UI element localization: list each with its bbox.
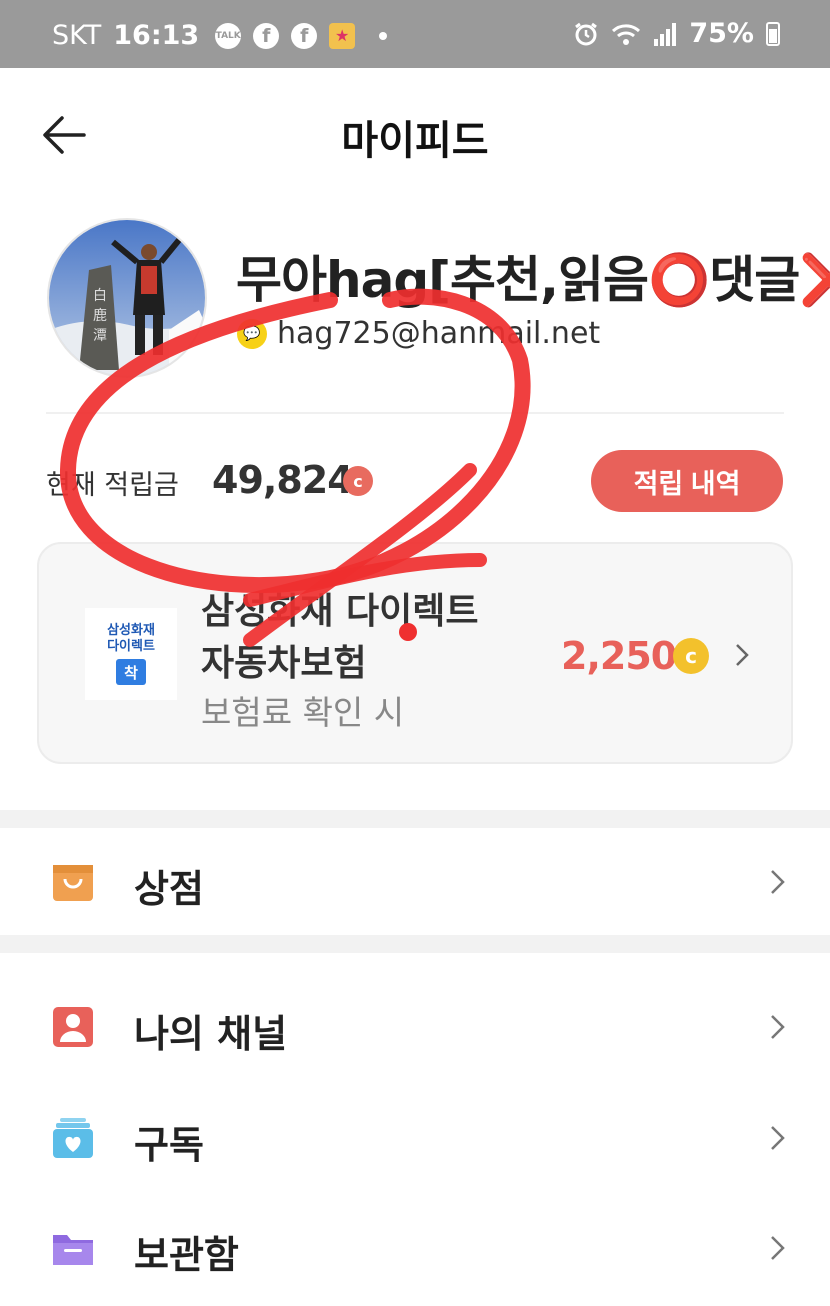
- ad-logo-badge: 착: [116, 659, 146, 685]
- chevron-right-icon: [771, 1126, 785, 1150]
- battery-icon: [766, 21, 780, 46]
- heart-stack-icon: [53, 1118, 93, 1158]
- menu-item-my-channel[interactable]: 나의 채널: [0, 977, 830, 1077]
- header: 마이피드: [0, 68, 830, 198]
- status-bar: SKT 16:13 TALK f f ★ 75%: [0, 0, 830, 68]
- svg-text:潭: 潭: [93, 327, 107, 344]
- wifi-icon: [612, 23, 641, 45]
- menu-item-shop[interactable]: 상점: [0, 832, 830, 932]
- menu-item-archive[interactable]: 보관함: [0, 1198, 830, 1298]
- clock: 16:13: [113, 20, 200, 51]
- chevron-right-icon: [771, 1236, 785, 1260]
- points-value: 49,824: [212, 458, 354, 502]
- chevron-right-icon: [736, 644, 749, 666]
- ad-title-line1: 삼성화재 다이렉트: [201, 591, 479, 632]
- points-history-button[interactable]: 적립 내역: [591, 450, 783, 512]
- coin-icon: c: [343, 466, 373, 496]
- kakaotalk-notification-icon: TALK: [215, 22, 242, 49]
- facebook-notification-icon-2: f: [291, 22, 318, 49]
- ad-logo-line1: 삼성화재: [107, 623, 155, 638]
- points-label: 현재 적립금: [46, 470, 179, 501]
- battery-percent: 75%: [689, 18, 754, 49]
- alarm-icon: [575, 22, 598, 45]
- ad-title-line2: 자동차보험: [201, 643, 367, 684]
- menu-label-archive: 보관함: [134, 1233, 239, 1277]
- carrier-label: SKT: [52, 20, 102, 51]
- svg-text:白: 白: [93, 288, 107, 304]
- more-notifications-dot: [379, 31, 388, 40]
- menu-item-subscribe[interactable]: 구독: [0, 1088, 830, 1188]
- ad-card[interactable]: 삼성화재 다이렉트 착 삼성화재 다이렉트 자동차보험 보험료 확인 시 2,2…: [37, 542, 793, 764]
- avatar-photo: 白 鹿 潭: [49, 220, 205, 376]
- kakao-account-icon: 💬: [237, 318, 267, 349]
- page-title: 마이피드: [341, 118, 489, 164]
- chevron-right-icon: [771, 1015, 785, 1039]
- facebook-notification-icon: f: [253, 22, 280, 49]
- svg-text:鹿: 鹿: [93, 307, 107, 324]
- status-bar-right: 75%: [573, 18, 780, 49]
- divider: [46, 412, 784, 414]
- menu-label-my-channel: 나의 채널: [134, 1012, 288, 1056]
- ad-logo: 삼성화재 다이렉트 착: [85, 608, 177, 700]
- avatar[interactable]: 白 鹿 潭: [47, 218, 207, 378]
- menu-label-shop: 상점: [134, 867, 204, 911]
- profile-email: hag725@hanmail.net: [277, 316, 601, 351]
- profile-nickname: 무아hag[추천,읽음⭕댓글❌: [236, 251, 830, 309]
- ad-reward-value: 2,250: [561, 634, 677, 678]
- gold-coin-icon: c: [673, 638, 709, 674]
- app-notification-icon: ★: [329, 22, 356, 49]
- ad-subtitle: 보험료 확인 시: [201, 693, 405, 732]
- shop-bag-icon: [53, 865, 93, 901]
- folder-icon: [53, 1235, 93, 1265]
- signal-icon: [654, 22, 677, 46]
- chevron-right-icon: [771, 870, 785, 894]
- section-separator-2: [0, 935, 830, 953]
- status-bar-left: SKT 16:13 TALK f f ★: [52, 20, 388, 51]
- person-icon: [53, 1007, 93, 1047]
- profile-email-row: 💬 hag725@hanmail.net: [237, 316, 600, 351]
- menu-label-subscribe: 구독: [134, 1123, 204, 1167]
- ad-logo-line2: 다이렉트: [107, 639, 155, 654]
- section-separator: [0, 810, 830, 828]
